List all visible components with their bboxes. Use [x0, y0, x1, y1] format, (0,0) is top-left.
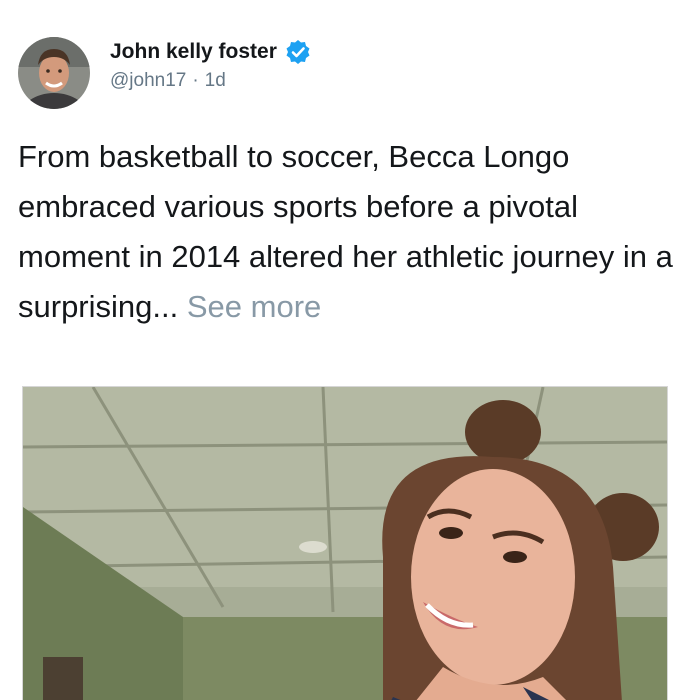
post-card: John kelly foster @john17 · 1d From bask…: [0, 0, 700, 700]
post-text-content: From basketball to soccer, Becca Longo e…: [18, 139, 673, 324]
author-avatar[interactable]: [18, 37, 90, 109]
verified-badge-icon: [285, 39, 311, 65]
post-media-image[interactable]: [22, 386, 668, 700]
author-name[interactable]: John kelly foster: [110, 40, 277, 64]
photo-woman-smiling-ceiling-icon: [23, 387, 667, 700]
author-handle[interactable]: @john17: [110, 70, 186, 92]
post-text: From basketball to soccer, Becca Longo e…: [18, 132, 688, 332]
author-meta: @john17 · 1d: [110, 70, 311, 92]
see-more-link[interactable]: See more: [187, 289, 321, 324]
author-block: John kelly foster @john17 · 1d: [110, 38, 311, 92]
author-name-row: John kelly foster: [110, 38, 311, 66]
meta-separator: ·: [192, 70, 199, 91]
post-timestamp[interactable]: 1d: [205, 70, 226, 92]
avatar-photo-icon: [18, 37, 90, 109]
